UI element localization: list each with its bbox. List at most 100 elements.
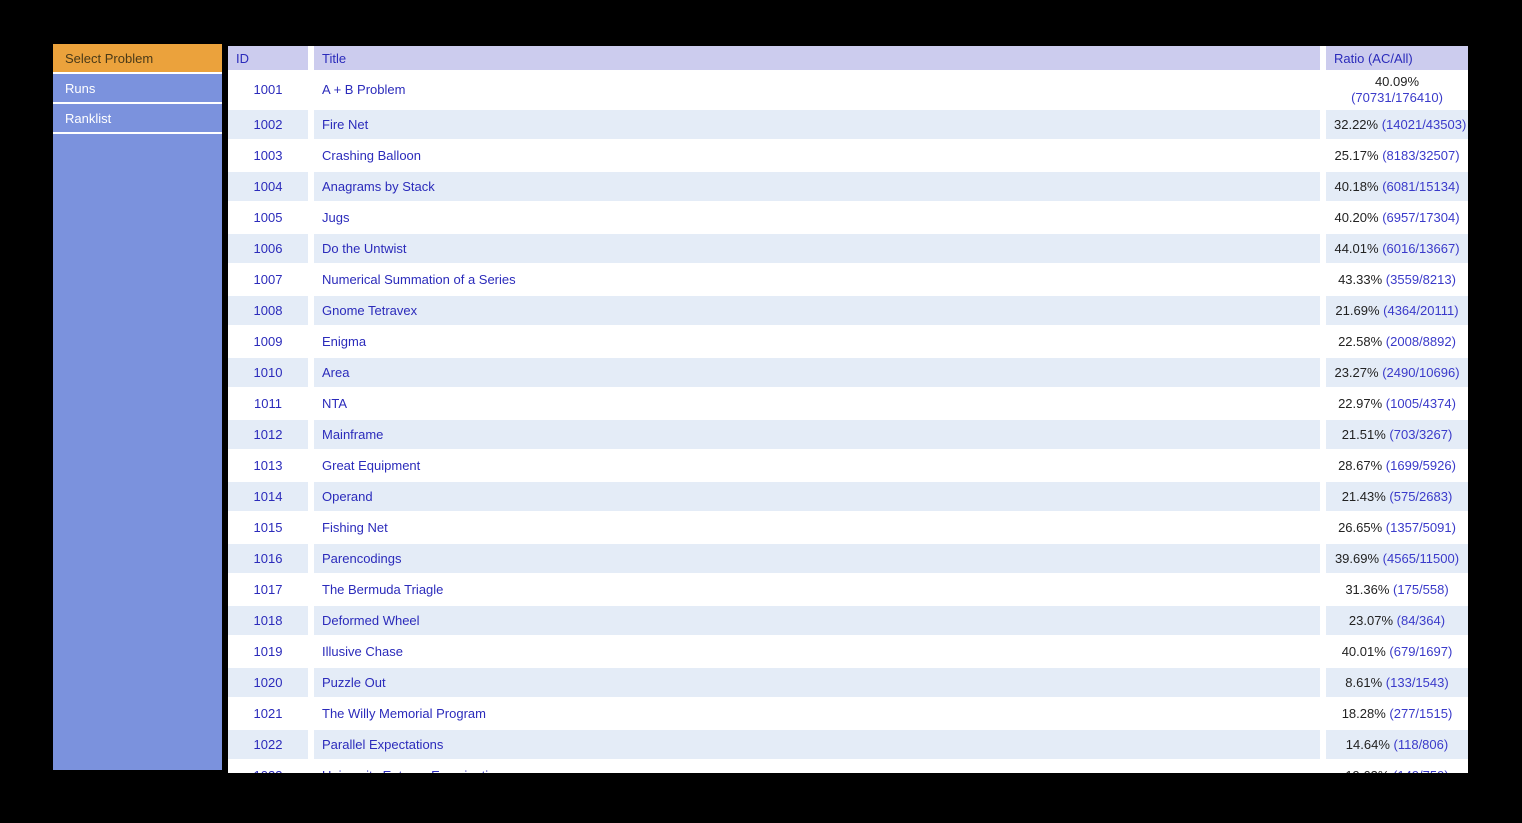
table-row[interactable]: 1020 Puzzle Out 8.61% (133/1543) xyxy=(228,668,1468,699)
problem-id-cell[interactable]: 1021 xyxy=(228,699,308,730)
problem-title-link[interactable]: Gnome Tetravex xyxy=(314,296,1320,327)
table-row[interactable]: 1004 Anagrams by Stack 40.18% (6081/15134) xyxy=(228,172,1468,203)
table-row[interactable]: 1013 Great Equipment 28.67% (1699/5926) xyxy=(228,451,1468,482)
ratio-fraction: (575/2683) xyxy=(1389,488,1453,504)
table-row[interactable]: 1008 Gnome Tetravex 21.69% (4364/20111) xyxy=(228,296,1468,327)
problem-id-cell[interactable]: 1005 xyxy=(228,203,308,234)
problem-title-link[interactable]: The Bermuda Triagle xyxy=(314,575,1320,606)
problem-title-link[interactable]: Great Equipment xyxy=(314,451,1320,482)
problem-ratio-cell: 44.01% (6016/13667) xyxy=(1326,234,1468,265)
table-row[interactable]: 1015 Fishing Net 26.65% (1357/5091) xyxy=(228,513,1468,544)
column-header-id[interactable]: ID xyxy=(228,46,308,72)
problem-title-link[interactable]: University Entrace Examination xyxy=(314,761,1320,773)
problem-ratio-cell: 25.17% (8183/32507) xyxy=(1326,141,1468,172)
table-row[interactable]: 1010 Area 23.27% (2490/10696) xyxy=(228,358,1468,389)
problem-id-cell[interactable]: 1013 xyxy=(228,451,308,482)
problem-id-cell[interactable]: 1003 xyxy=(228,141,308,172)
problem-id-cell[interactable]: 1020 xyxy=(228,668,308,699)
ratio-fraction: (2008/8892) xyxy=(1385,333,1456,349)
problem-id-cell[interactable]: 1019 xyxy=(228,637,308,668)
problem-title-link[interactable]: Enigma xyxy=(314,327,1320,358)
ratio-percent: 31.36% xyxy=(1345,581,1390,597)
problem-id-cell[interactable]: 1017 xyxy=(228,575,308,606)
problem-id-cell[interactable]: 1001 xyxy=(228,72,308,110)
problem-title-link[interactable]: The Willy Memorial Program xyxy=(314,699,1320,730)
ratio-fraction: (1357/5091) xyxy=(1385,519,1456,535)
table-row[interactable]: 1014 Operand 21.43% (575/2683) xyxy=(228,482,1468,513)
column-header-title[interactable]: Title xyxy=(314,46,1320,72)
table-row[interactable]: 1002 Fire Net 32.22% (14021/43503) xyxy=(228,110,1468,141)
problem-title-link[interactable]: A + B Problem xyxy=(314,72,1320,110)
problem-id-cell[interactable]: 1014 xyxy=(228,482,308,513)
problem-title-link[interactable]: Numerical Summation of a Series xyxy=(314,265,1320,296)
ratio-percent: 25.17% xyxy=(1334,147,1379,163)
problem-id-cell[interactable]: 1009 xyxy=(228,327,308,358)
ratio-fraction: (2490/10696) xyxy=(1382,364,1460,380)
table-row[interactable]: 1011 NTA 22.97% (1005/4374) xyxy=(228,389,1468,420)
table-row[interactable]: 1012 Mainframe 21.51% (703/3267) xyxy=(228,420,1468,451)
problem-ratio-cell: 26.65% (1357/5091) xyxy=(1326,513,1468,544)
table-row[interactable]: 1018 Deformed Wheel 23.07% (84/364) xyxy=(228,606,1468,637)
ratio-fraction: (703/3267) xyxy=(1389,426,1453,442)
problem-id-cell[interactable]: 1023 xyxy=(228,761,308,773)
ratio-percent: 22.97% xyxy=(1338,395,1383,411)
table-row[interactable]: 1005 Jugs 40.20% (6957/17304) xyxy=(228,203,1468,234)
sidebar-item-select-problem[interactable]: Select Problem xyxy=(53,44,222,74)
problem-ratio-cell: 21.51% (703/3267) xyxy=(1326,420,1468,451)
problem-title-link[interactable]: NTA xyxy=(314,389,1320,420)
problem-id-cell[interactable]: 1022 xyxy=(228,730,308,761)
problem-id-cell[interactable]: 1008 xyxy=(228,296,308,327)
problem-title-link[interactable]: Crashing Balloon xyxy=(314,141,1320,172)
problem-title-link[interactable]: Operand xyxy=(314,482,1320,513)
problem-id-cell[interactable]: 1016 xyxy=(228,544,308,575)
problem-title-link[interactable]: Fishing Net xyxy=(314,513,1320,544)
problem-id-cell[interactable]: 1007 xyxy=(228,265,308,296)
problem-id-cell[interactable]: 1002 xyxy=(228,110,308,141)
table-row[interactable]: 1017 The Bermuda Triagle 31.36% (175/558) xyxy=(228,575,1468,606)
ratio-fraction: (1005/4374) xyxy=(1385,395,1456,411)
sidebar-item-ranklist[interactable]: Ranklist xyxy=(53,104,222,134)
problem-title-link[interactable]: Puzzle Out xyxy=(314,668,1320,699)
problem-id-cell[interactable]: 1010 xyxy=(228,358,308,389)
problem-title-link[interactable]: Fire Net xyxy=(314,110,1320,141)
problem-id-cell[interactable]: 1018 xyxy=(228,606,308,637)
problem-ratio-cell: 40.09% (70731/176410) xyxy=(1326,72,1468,110)
problem-id-cell[interactable]: 1015 xyxy=(228,513,308,544)
problem-title-link[interactable]: Mainframe xyxy=(314,420,1320,451)
problem-ratio-cell: 32.22% (14021/43503) xyxy=(1326,110,1468,141)
problem-id-cell[interactable]: 1006 xyxy=(228,234,308,265)
problem-ratio-cell: 21.69% (4364/20111) xyxy=(1326,296,1468,327)
problem-title-link[interactable]: Deformed Wheel xyxy=(314,606,1320,637)
ratio-percent: 14.64% xyxy=(1345,736,1390,752)
table-row[interactable]: 1009 Enigma 22.58% (2008/8892) xyxy=(228,327,1468,358)
problem-title-link[interactable]: Parencodings xyxy=(314,544,1320,575)
column-header-ratio[interactable]: Ratio (AC/All) xyxy=(1326,46,1468,72)
problem-id-cell[interactable]: 1011 xyxy=(228,389,308,420)
table-row[interactable]: 1023 University Entrace Examination 19.63%… xyxy=(228,761,1468,773)
table-row[interactable]: 1016 Parencodings 39.69% (4565/11500) xyxy=(228,544,1468,575)
problem-title-link[interactable]: Anagrams by Stack xyxy=(314,172,1320,203)
problem-title-link[interactable]: Area xyxy=(314,358,1320,389)
ratio-percent: 21.69% xyxy=(1335,302,1380,318)
table-row[interactable]: 1006 Do the Untwist 44.01% (6016/13667) xyxy=(228,234,1468,265)
ratio-fraction: (8183/32507) xyxy=(1382,147,1460,163)
table-row[interactable]: 1007 Numerical Summation of a Series 43.33… xyxy=(228,265,1468,296)
table-row[interactable]: 1021 The Willy Memorial Program 18.28% (27… xyxy=(228,699,1468,730)
problem-id-cell[interactable]: 1012 xyxy=(228,420,308,451)
ratio-percent: 40.20% xyxy=(1334,209,1379,225)
problem-title-link[interactable]: Illusive Chase xyxy=(314,637,1320,668)
table-row[interactable]: 1001 A + B Problem 40.09% (70731/176410) xyxy=(228,72,1468,110)
ratio-percent: 8.61% xyxy=(1345,674,1383,690)
problem-title-link[interactable]: Do the Untwist xyxy=(314,234,1320,265)
problem-id-cell[interactable]: 1004 xyxy=(228,172,308,203)
ratio-percent: 22.58% xyxy=(1338,333,1383,349)
sidebar-item-runs[interactable]: Runs xyxy=(53,74,222,104)
table-row[interactable]: 1003 Crashing Balloon 25.17% (8183/32507) xyxy=(228,141,1468,172)
problem-title-link[interactable]: Parallel Expectations xyxy=(314,730,1320,761)
problem-title-link[interactable]: Jugs xyxy=(314,203,1320,234)
table-row[interactable]: 1019 Illusive Chase 40.01% (679/1697) xyxy=(228,637,1468,668)
table-row[interactable]: 1022 Parallel Expectations 14.64% (118/806… xyxy=(228,730,1468,761)
ratio-percent: 18.28% xyxy=(1341,705,1386,721)
ratio-percent: 39.69% xyxy=(1334,550,1380,566)
problem-list-container[interactable]: ID Title Ratio (AC/All) 1001 A + B Proble… xyxy=(228,46,1468,773)
